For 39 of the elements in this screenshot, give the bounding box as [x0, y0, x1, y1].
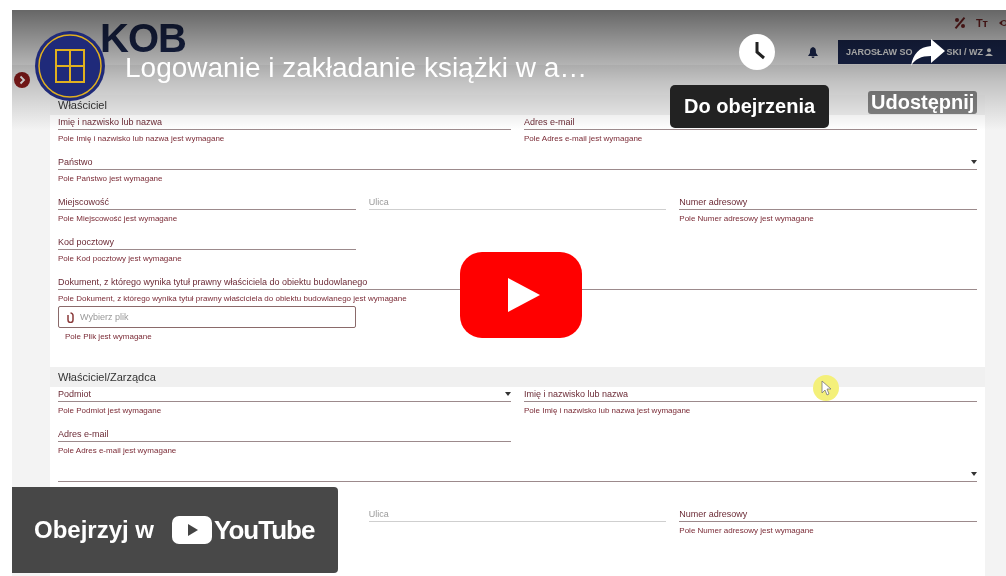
- cursor-highlight-drawing: [812, 374, 840, 402]
- youtube-play-icon: [172, 516, 213, 544]
- contrast-icon[interactable]: [953, 17, 966, 29]
- paperclip-icon: [67, 311, 74, 323]
- error-message: Pole Adres e-mail jest wymagane: [58, 446, 178, 455]
- dropdown-arrow-icon: [971, 472, 977, 476]
- input-field[interactable]: Adres e-mail: [58, 427, 511, 442]
- error-message: Pole Plik jest wymagane: [65, 332, 153, 341]
- error-message: Pole Numer adresowy jest wymagane: [679, 214, 815, 223]
- watch-on-youtube-button[interactable]: Obejrzyj w YouTube: [12, 487, 338, 573]
- chevron-right-icon[interactable]: [14, 72, 30, 88]
- tooltip: Do obejrzenia: [670, 85, 830, 128]
- bell-icon[interactable]: [808, 46, 818, 58]
- error-message: Pole Dokument, z którego wynika tytuł prawny właściciela do obiektu budowlanego jest wymagane: [58, 294, 408, 303]
- error-message: Pole Numer adresowy jest wymagane: [679, 526, 815, 535]
- play-button[interactable]: [460, 252, 582, 338]
- dropdown-arrow-icon: [971, 160, 977, 164]
- clock-icon[interactable]: [738, 33, 776, 71]
- input-field[interactable]: Kod pocztowy: [58, 235, 356, 250]
- section-header: Właściciel/Zarządca: [50, 367, 985, 387]
- text-size-button[interactable]: Tт: [975, 17, 988, 29]
- input-field[interactable]: Numer adresowy: [679, 507, 977, 522]
- dropdown-arrow-icon: [505, 392, 511, 396]
- input-field[interactable]: Imię i nazwisko lub nazwa: [58, 115, 511, 130]
- error-message: Pole Imię i nazwisko lub nazwa jest wymagane: [58, 134, 226, 143]
- share-label[interactable]: Udostępnij: [868, 91, 978, 114]
- input-field[interactable]: Numer adresowy: [679, 195, 977, 210]
- error-message: Pole Imię i nazwisko lub nazwa jest wymagane: [524, 406, 692, 415]
- error-message: Pole Podmiot jest wymagane: [58, 406, 163, 415]
- error-message: Pole Adres e-mail jest wymagane: [524, 134, 644, 143]
- input-field[interactable]: Miejscowość: [58, 195, 356, 210]
- error-message: Pole Miejscowość jest wymagane: [58, 214, 179, 223]
- error-message: Pole Kod pocztowy jest wymagane: [58, 254, 183, 263]
- person-icon: [985, 48, 993, 56]
- select-field[interactable]: Podmiot: [58, 387, 511, 402]
- user-button[interactable]: JAROSŁAW SO SKI / WZ: [838, 40, 1006, 64]
- error-message: Pole Państwo jest wymagane: [58, 174, 164, 183]
- select-field[interactable]: Państwo: [58, 155, 977, 170]
- eye-icon[interactable]: [998, 17, 1006, 29]
